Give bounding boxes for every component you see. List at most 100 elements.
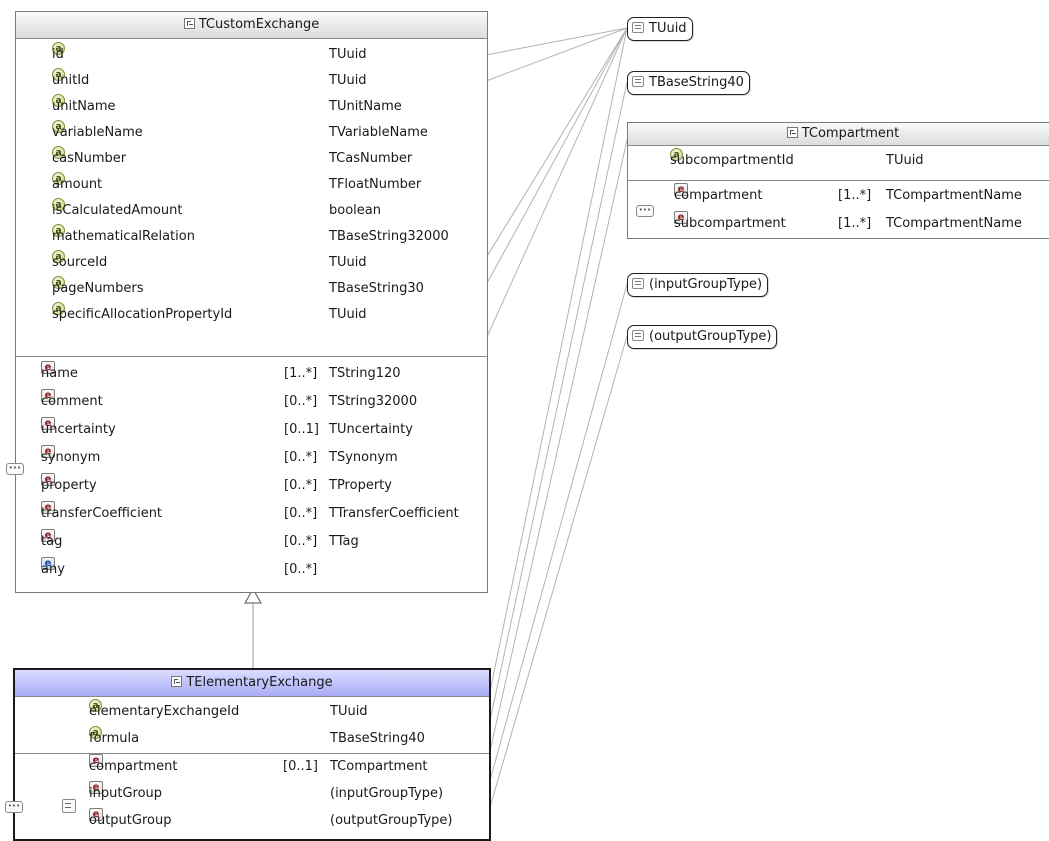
element-row[interactable]: e uncertainty [0..1] TUncertainty xyxy=(16,417,487,443)
attribute-type: TUuid xyxy=(329,73,367,88)
element-name: outputGroup xyxy=(89,813,172,828)
simple-type-label: (inputGroupType) xyxy=(649,277,763,292)
attribute-type: TUuid xyxy=(886,153,924,168)
attribute-row[interactable]: a unitName TUnitName xyxy=(16,94,487,120)
attribute-name: subcompartmentId xyxy=(670,153,794,168)
attribute-row[interactable]: a sourceId TUuid xyxy=(16,250,487,276)
attribute-type: TUnitName xyxy=(329,99,402,114)
simple-type-icon xyxy=(632,330,644,341)
attribute-type: TUuid xyxy=(329,47,367,62)
attribute-name: id xyxy=(52,47,64,62)
element-type: TCompartmentName xyxy=(886,188,1022,203)
element-row[interactable]: e outputGroup (outputGroupType) xyxy=(15,808,489,834)
tcompartment-attributes: a subcompartmentId TUuid xyxy=(628,146,1049,181)
tcustomexchange-header[interactable]: TCustomExchange xyxy=(16,12,487,39)
element-row[interactable]: e property [0..*] TProperty xyxy=(16,473,487,499)
attribute-name: sourceId xyxy=(52,255,108,270)
element-name: any xyxy=(41,562,65,577)
complex-type-icon xyxy=(786,127,798,138)
element-type: TTransferCoefficient xyxy=(329,506,459,521)
simple-type-output-group-type[interactable]: (outputGroupType) xyxy=(627,325,778,349)
element-type: TString32000 xyxy=(329,394,418,409)
attribute-name: formula xyxy=(89,731,140,746)
element-type: TProperty xyxy=(329,478,392,493)
element-type: (outputGroupType) xyxy=(330,813,453,828)
element-row[interactable]: e any [0..*] xyxy=(16,557,487,583)
element-cardinality: [0..*] xyxy=(284,478,318,493)
attribute-type: TBaseString40 xyxy=(330,731,425,746)
tcustomexchange-title: TCustomExchange xyxy=(198,17,320,32)
element-name: tag xyxy=(41,534,63,549)
element-type: TCompartment xyxy=(330,759,428,774)
element-cardinality: [1..*] xyxy=(838,216,872,231)
element-row[interactable]: e transferCoefficient [0..*] TTransferCoef… xyxy=(16,501,487,527)
attribute-name: elementaryExchangeId xyxy=(89,704,240,719)
simple-type-input-group-type[interactable]: (inputGroupType) xyxy=(627,273,769,297)
complex-type-icon xyxy=(183,18,195,29)
element-type: TString120 xyxy=(329,366,401,381)
tcustomexchange-elements: ••• e name [1..*] TString120 e comment [0..… xyxy=(6,357,487,591)
attribute-name: unitId xyxy=(52,73,90,88)
attribute-name: mathematicalRelation xyxy=(52,229,195,244)
tcompartment-header[interactable]: TCompartment xyxy=(628,123,1049,146)
element-cardinality: [0..*] xyxy=(284,534,318,549)
element-row[interactable]: e synonym [0..*] TSynonym xyxy=(16,445,487,471)
attribute-row[interactable]: a amount TFloatNumber xyxy=(16,172,487,198)
simple-type-icon xyxy=(632,278,644,289)
element-cardinality: [0..*] xyxy=(284,450,318,465)
simple-type-icon xyxy=(632,76,644,87)
tcompartment-elements: ••• e compartment [1..*] TCompartmentName … xyxy=(628,181,1049,238)
attribute-name: specificAllocationPropertyId xyxy=(52,307,233,322)
attribute-name: variableName xyxy=(52,125,143,140)
attribute-row[interactable]: a casNumber TCasNumber xyxy=(16,146,487,172)
attribute-row[interactable]: a pageNumbers TBaseString30 xyxy=(16,276,487,302)
attribute-row[interactable]: a unitId TUuid xyxy=(16,68,487,94)
element-row[interactable]: e tag [0..*] TTag xyxy=(16,529,487,555)
simple-type-tbasestring40[interactable]: TBaseString40 xyxy=(627,71,750,95)
attribute-row[interactable]: a id TUuid xyxy=(16,42,487,68)
simple-type-label: (outputGroupType) xyxy=(649,329,772,344)
element-type: (inputGroupType) xyxy=(330,786,444,801)
element-name: uncertainty xyxy=(41,422,116,437)
attribute-type: TUuid xyxy=(329,307,367,322)
telementaryexchange-attributes: a elementaryExchangeId TUuid a formula TBa… xyxy=(15,697,489,754)
attribute-row[interactable]: a mathematicalRelation TBaseString32000 xyxy=(16,224,487,250)
telementaryexchange-header[interactable]: TElementaryExchange xyxy=(15,670,489,697)
element-row[interactable]: e compartment [1..*] TCompartmentName xyxy=(628,183,1049,209)
element-name: compartment xyxy=(89,759,178,774)
attribute-row[interactable]: a elementaryExchangeId TUuid xyxy=(15,699,489,725)
attribute-name: unitName xyxy=(52,99,116,114)
element-name: name xyxy=(41,366,78,381)
element-name: comment xyxy=(41,394,103,409)
telementaryexchange-box[interactable]: TElementaryExchange a elementaryExchange… xyxy=(5,668,491,841)
element-name: transferCoefficient xyxy=(41,506,163,521)
element-cardinality: [0..*] xyxy=(284,394,318,409)
element-row[interactable]: e comment [0..*] TString32000 xyxy=(16,389,487,415)
attribute-type: TBaseString32000 xyxy=(329,229,449,244)
attribute-row[interactable]: a isCalculatedAmount boolean xyxy=(16,198,487,224)
element-row[interactable]: e name [1..*] TString120 xyxy=(16,361,487,387)
simple-type-label: TUuid xyxy=(649,21,687,36)
element-cardinality: [0..1] xyxy=(284,422,319,437)
simple-type-tuuid[interactable]: TUuid xyxy=(627,17,693,41)
element-row[interactable]: e inputGroup (inputGroupType) xyxy=(15,781,489,807)
attribute-name: isCalculatedAmount xyxy=(52,203,183,218)
element-row[interactable]: e subcompartment [1..*] TCompartmentName xyxy=(628,211,1049,237)
attribute-row[interactable]: a subcompartmentId TUuid xyxy=(628,148,1049,174)
tcustomexchange-box[interactable]: TCustomExchange a id TUuid a unitId TUuid … xyxy=(6,11,488,593)
element-cardinality: [0..*] xyxy=(284,562,318,577)
element-cardinality: [1..*] xyxy=(838,188,872,203)
simple-type-icon xyxy=(632,22,644,33)
attribute-type: TBaseString30 xyxy=(329,281,424,296)
attribute-row[interactable]: a specificAllocationPropertyId TUuid xyxy=(16,302,487,328)
attribute-row[interactable]: a variableName TVariableName xyxy=(16,120,487,146)
element-cardinality: [1..*] xyxy=(284,366,318,381)
element-type: TUncertainty xyxy=(329,422,413,437)
attribute-type: TCasNumber xyxy=(329,151,413,166)
attribute-type: boolean xyxy=(329,203,381,218)
element-name: subcompartment xyxy=(674,216,786,231)
tcompartment-box[interactable]: TCompartment a subcompartmentId TUuid •••… xyxy=(627,122,1049,239)
element-type: TSynonym xyxy=(329,450,398,465)
element-row[interactable]: e compartment [0..1] TCompartment xyxy=(15,754,489,780)
attribute-row[interactable]: a formula TBaseString40 xyxy=(15,726,489,752)
